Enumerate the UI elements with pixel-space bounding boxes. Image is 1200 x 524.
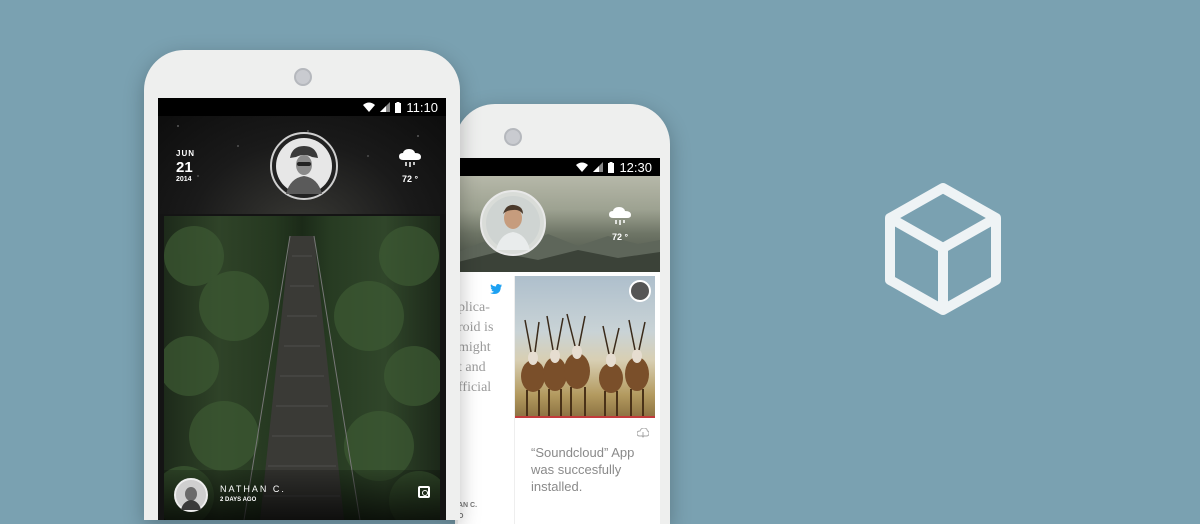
twitter-card[interactable]: plica- roid is might t and fficial AN C.… (458, 276, 508, 524)
rain-cloud-icon (399, 149, 421, 167)
weather-widget[interactable]: 72 ° (398, 148, 422, 184)
status-bar: 11:10 (158, 98, 446, 116)
signal-icon (380, 102, 391, 112)
phone-primary: 11:10 JUN 21 2014 72 ° NATHAN C. 2 DAYS … (144, 50, 460, 520)
wifi-icon (363, 102, 376, 112)
signal-icon (593, 162, 604, 172)
post-footer: NATHAN C. 2 DAYS AGO (164, 470, 440, 520)
date-day: 21 (176, 159, 193, 176)
date-year: 2014 (176, 176, 192, 183)
post-author[interactable]: NATHAN C. (220, 484, 286, 494)
profile-header: JUN 21 2014 72 ° (158, 116, 446, 214)
date-display: JUN 21 2014 (176, 149, 196, 184)
phone-speaker (504, 128, 522, 146)
profile-avatar[interactable] (480, 190, 546, 256)
phone-secondary: 12:30 72 ° plica- roid is might t and ff… (455, 104, 670, 524)
wifi-icon (576, 162, 589, 172)
cloud-download-icon (637, 428, 649, 438)
weather-temp: 72 ° (611, 232, 629, 242)
person-portrait-icon (276, 138, 332, 194)
author-avatar[interactable] (174, 478, 208, 512)
phone-speaker (294, 68, 312, 86)
profile-header: 72 ° (458, 176, 660, 272)
status-time: 12:30 (619, 159, 652, 175)
twitter-icon (490, 284, 502, 294)
date-month: JUN (176, 149, 196, 158)
antelope-photo (515, 276, 655, 416)
instagram-icon[interactable] (418, 486, 430, 498)
weather-widget[interactable]: 72 ° (608, 206, 632, 242)
battery-icon (395, 101, 402, 113)
status-bar: 12:30 (458, 158, 660, 176)
weather-temp: 72 ° (401, 174, 419, 184)
tweet-text: plica- roid is might t and fficial (458, 300, 494, 395)
profile-avatar[interactable] (270, 132, 338, 200)
cube-logo-icon (885, 183, 1001, 315)
soundcloud-card[interactable]: “Soundcloud” App was succesfully install… (514, 276, 655, 524)
person-portrait-icon (486, 196, 540, 250)
rain-cloud-icon (609, 207, 631, 225)
status-time: 11:10 (406, 99, 438, 115)
soundcloud-message: “Soundcloud” App was succesfully install… (531, 445, 635, 494)
battery-icon (608, 161, 615, 173)
phone-screen: 12:30 72 ° plica- roid is might t and ff… (458, 158, 660, 524)
tweet-author: AN C. O (458, 502, 478, 520)
author-avatar[interactable] (629, 280, 651, 302)
post-time: 2 DAYS AGO (220, 497, 257, 503)
phone-screen: 11:10 JUN 21 2014 72 ° NATHAN C. 2 DAYS … (158, 98, 446, 520)
person-portrait-icon (176, 480, 206, 510)
soundcloud-accent-line (515, 416, 655, 418)
